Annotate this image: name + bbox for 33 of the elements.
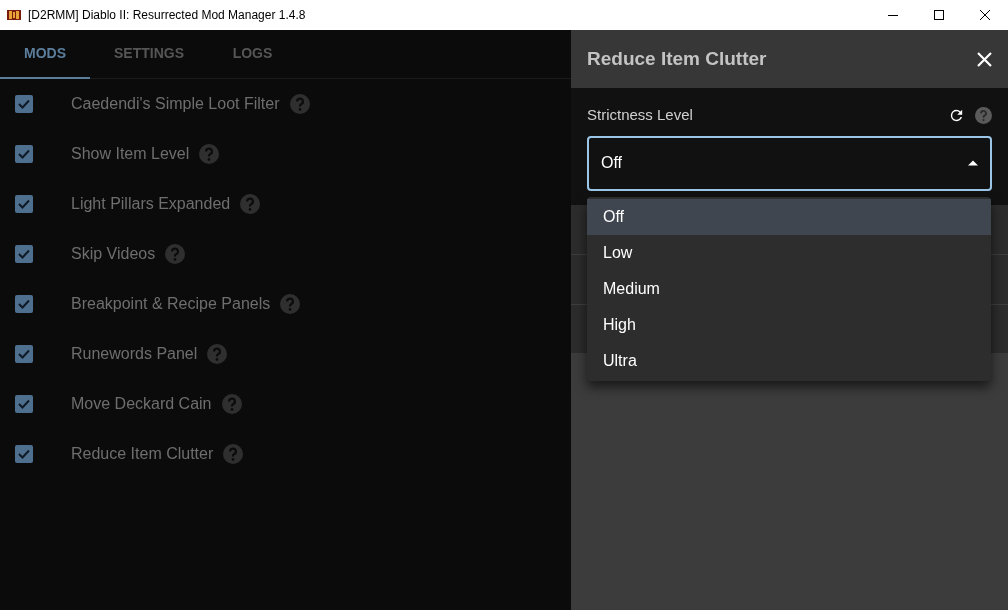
dropdown-option[interactable]: Medium [587, 271, 991, 307]
app-icon [7, 9, 21, 21]
mod-name: Show Item Level [71, 144, 190, 164]
checkbox[interactable] [15, 195, 33, 213]
checkbox[interactable] [15, 395, 33, 413]
tab[interactable]: MODS [0, 30, 90, 79]
close-icon [976, 51, 992, 67]
checkbox[interactable] [15, 245, 33, 263]
field-label: Strictness Level [587, 105, 693, 125]
checkbox[interactable] [15, 145, 33, 163]
mod-name: Light Pillars Expanded [71, 194, 231, 214]
dropdown-option[interactable]: Ultra [587, 343, 991, 379]
mod-name: Runewords Panel [71, 344, 198, 364]
strictness-dropdown[interactable]: Off [587, 135, 992, 191]
minimize-icon [888, 14, 898, 16]
caret-icon [968, 160, 978, 166]
dropdown-option[interactable]: High [587, 307, 991, 343]
window-title: [D2RMM] Diablo II: Resurrected Mod Manager 1.4.8 [28, 7, 306, 24]
mod-name: Reduce Item Clutter [71, 444, 214, 464]
drawer-title: Reduce Item Clutter [587, 46, 767, 71]
checkbox[interactable] [15, 345, 33, 363]
mod-name: Move Deckard Cain [71, 394, 212, 414]
mod-name: Skip Videos [71, 244, 156, 264]
dropdown-option[interactable]: Low [587, 235, 991, 271]
close-icon [980, 10, 990, 20]
checkbox[interactable] [15, 445, 33, 463]
help-icon[interactable] [975, 106, 992, 124]
checkbox[interactable] [15, 295, 33, 313]
mod-name: Breakpoint & Recipe Panels [71, 294, 271, 314]
mod-name: Caedendi's Simple Loot Filter [71, 94, 280, 114]
checkbox[interactable] [15, 95, 33, 113]
maximize-icon [934, 10, 944, 20]
dropdown-option[interactable]: Off [587, 199, 991, 235]
